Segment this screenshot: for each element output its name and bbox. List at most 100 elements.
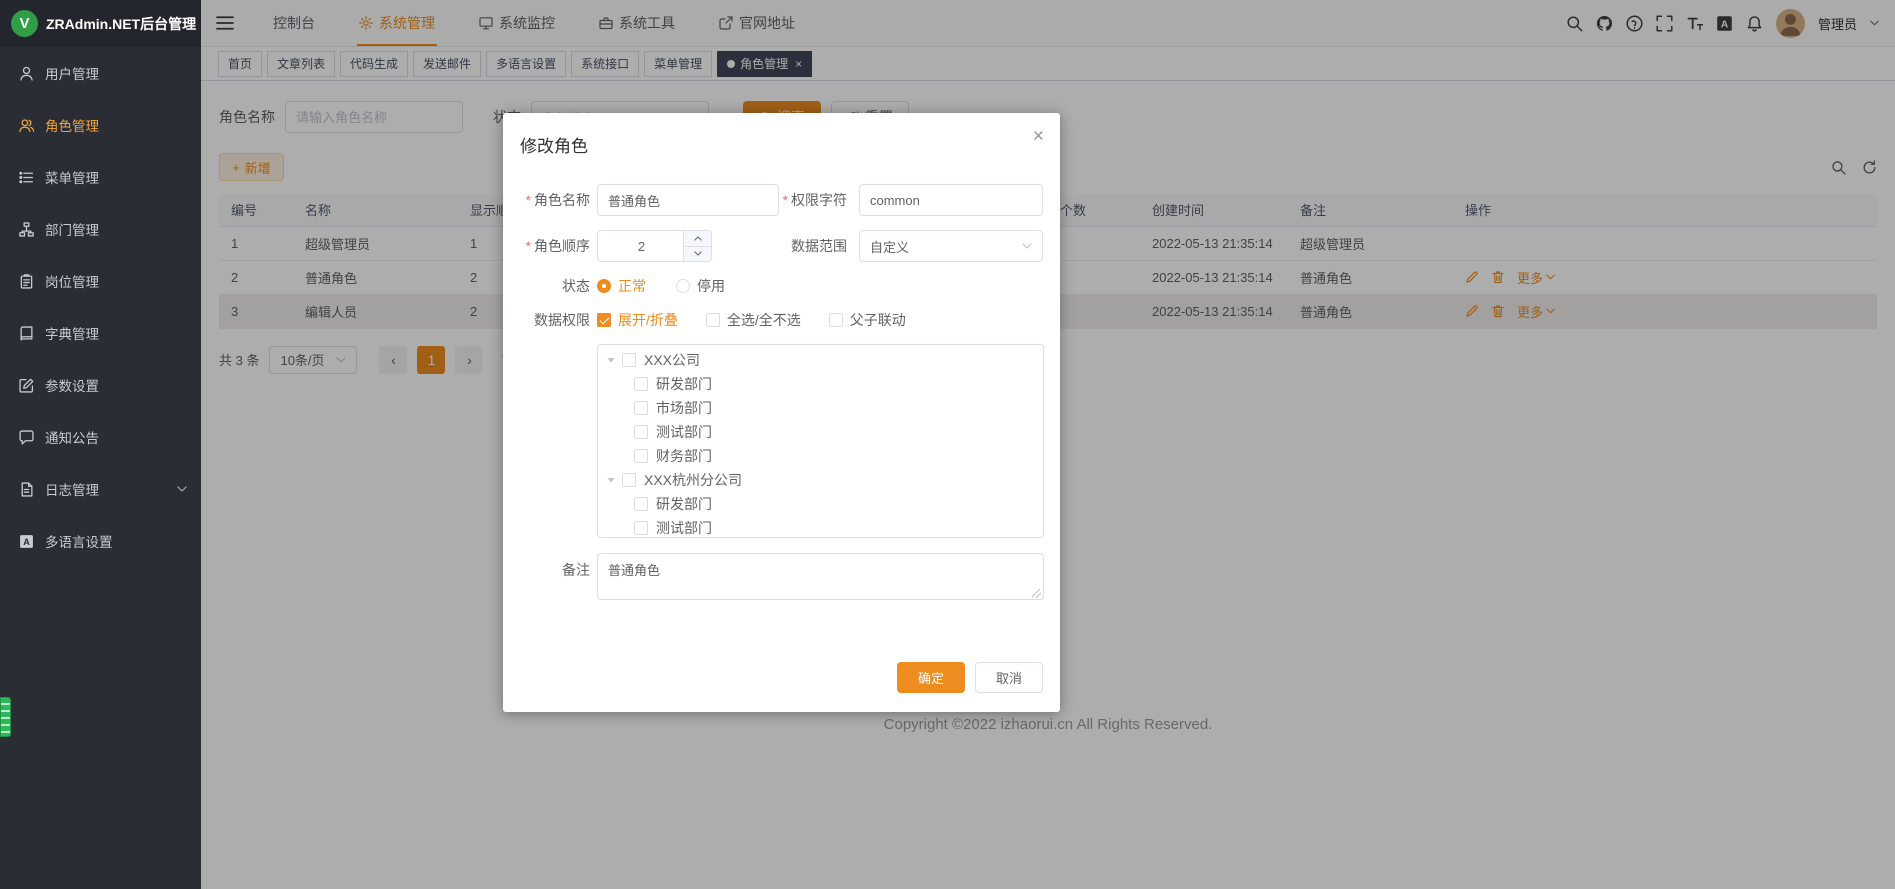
tree-checkbox[interactable] bbox=[634, 449, 648, 463]
form-row-perm-options: 数据权限 展开/折叠 全选/全不选 父子联动 bbox=[520, 310, 1043, 330]
cancel-button[interactable]: 取消 bbox=[975, 662, 1043, 693]
tree-label: XXX公司 bbox=[644, 350, 700, 370]
sidebar-menu: 用户管理 角色管理 菜单管理 部门管理 岗位管理 字典管理 bbox=[0, 47, 201, 567]
checkbox-box bbox=[706, 313, 720, 327]
app-title: ZRAdmin.NET后台管理 bbox=[46, 14, 196, 34]
dialog-body: *角色名称 *权限字符 *角色顺序 2 数据范围 自定义 bbox=[503, 157, 1060, 603]
checkbox-label: 展开/折叠 bbox=[618, 310, 678, 330]
tree-node-dept[interactable]: 研发部门 bbox=[598, 372, 1043, 396]
tree-node-dept[interactable]: 财务部门 bbox=[598, 444, 1043, 468]
tree-node-dept[interactable]: 测试部门 bbox=[598, 420, 1043, 444]
sidebar-item-dict-mgmt[interactable]: 字典管理 bbox=[0, 307, 201, 359]
sidebar-item-dept-mgmt[interactable]: 部门管理 bbox=[0, 203, 201, 255]
svg-text:A: A bbox=[23, 537, 30, 547]
role-key-input[interactable] bbox=[859, 184, 1043, 216]
chat-icon bbox=[19, 430, 34, 445]
dialog-header: 修改角色 × bbox=[503, 113, 1060, 157]
sidebar-item-notice[interactable]: 通知公告 bbox=[0, 411, 201, 463]
tree-label: 市场部门 bbox=[656, 398, 712, 418]
select-all-checkbox[interactable]: 全选/全不选 bbox=[706, 310, 801, 330]
checkbox-label: 父子联动 bbox=[850, 310, 906, 330]
document-icon bbox=[19, 482, 34, 497]
checkbox-label: 全选/全不选 bbox=[727, 310, 801, 330]
edit-square-icon bbox=[19, 378, 34, 393]
radio-label: 正常 bbox=[618, 276, 646, 296]
sidebar-item-label: 角色管理 bbox=[45, 115, 99, 135]
remark-textarea[interactable]: 普通角色 bbox=[597, 553, 1044, 600]
devtools-badge[interactable] bbox=[0, 697, 11, 737]
tree-checkbox[interactable] bbox=[634, 521, 648, 535]
status-radio-normal[interactable]: 正常 bbox=[597, 276, 646, 296]
data-scope-value: 自定义 bbox=[870, 237, 909, 256]
remark-wrap: 普通角色 bbox=[597, 553, 1044, 603]
form-row-name-key: *角色名称 *权限字符 bbox=[520, 184, 1043, 216]
role-name-label: *角色名称 bbox=[520, 190, 590, 210]
org-tree-icon bbox=[19, 222, 34, 237]
form-row-sort-scope: *角色顺序 2 数据范围 自定义 bbox=[520, 230, 1043, 262]
tree-checkbox[interactable] bbox=[622, 473, 636, 487]
sidebar-item-menu-mgmt[interactable]: 菜单管理 bbox=[0, 151, 201, 203]
required-star: * bbox=[526, 238, 531, 254]
data-perm-label: 数据权限 bbox=[520, 310, 590, 330]
tree-checkbox[interactable] bbox=[622, 353, 636, 367]
tree-checkbox[interactable] bbox=[634, 497, 648, 511]
sidebar-item-label: 字典管理 bbox=[45, 323, 99, 343]
chevron-up-icon bbox=[694, 236, 702, 241]
sidebar-item-role-mgmt[interactable]: 角色管理 bbox=[0, 99, 201, 151]
increase-button[interactable] bbox=[684, 231, 711, 247]
translate-icon: A bbox=[19, 534, 34, 549]
sidebar-item-label: 通知公告 bbox=[45, 427, 99, 447]
radio-label: 停用 bbox=[697, 276, 725, 296]
sidebar-item-i18n-settings[interactable]: A 多语言设置 bbox=[0, 515, 201, 567]
tree-label: 财务部门 bbox=[656, 446, 712, 466]
status-radio-disabled[interactable]: 停用 bbox=[676, 276, 725, 296]
tree-node-dept[interactable]: 测试部门 bbox=[598, 516, 1043, 538]
form-row-status: 状态 正常 停用 bbox=[520, 276, 1043, 296]
tree-checkbox[interactable] bbox=[634, 377, 648, 391]
book-icon bbox=[19, 326, 34, 341]
remark-label: 备注 bbox=[520, 553, 590, 580]
user-icon bbox=[19, 66, 34, 81]
role-sort-stepper[interactable]: 2 bbox=[597, 230, 712, 262]
role-name-input[interactable] bbox=[597, 184, 779, 216]
sidebar-item-label: 部门管理 bbox=[45, 219, 99, 239]
cancel-label: 取消 bbox=[996, 668, 1022, 687]
sidebar-item-label: 参数设置 bbox=[45, 375, 99, 395]
parent-child-link-checkbox[interactable]: 父子联动 bbox=[829, 310, 906, 330]
caret-down-icon[interactable] bbox=[606, 475, 616, 485]
tree-node-dept[interactable]: 市场部门 bbox=[598, 396, 1043, 420]
required-star: * bbox=[526, 192, 531, 208]
dialog-title: 修改角色 bbox=[520, 137, 588, 156]
required-star: * bbox=[783, 192, 788, 208]
logo[interactable]: V ZRAdmin.NET后台管理 bbox=[0, 0, 201, 47]
tree-node-branch[interactable]: XXX杭州分公司 bbox=[598, 468, 1043, 492]
sidebar-item-user-mgmt[interactable]: 用户管理 bbox=[0, 47, 201, 99]
decrease-button[interactable] bbox=[684, 247, 711, 262]
tree-label: XXX杭州分公司 bbox=[644, 470, 742, 490]
data-scope-label: 数据范围 bbox=[791, 236, 847, 256]
tree-node-dept[interactable]: 研发部门 bbox=[598, 492, 1043, 516]
sidebar-item-param-settings[interactable]: 参数设置 bbox=[0, 359, 201, 411]
expand-collapse-checkbox[interactable]: 展开/折叠 bbox=[597, 310, 678, 330]
caret-down-icon[interactable] bbox=[606, 355, 616, 365]
sidebar-item-log-mgmt[interactable]: 日志管理 bbox=[0, 463, 201, 515]
status-label: 状态 bbox=[520, 276, 590, 296]
form-row-remark: 备注 普通角色 bbox=[520, 553, 1043, 603]
confirm-label: 确定 bbox=[918, 668, 944, 687]
tree-checkbox[interactable] bbox=[634, 425, 648, 439]
tree-checkbox[interactable] bbox=[634, 401, 648, 415]
confirm-button[interactable]: 确定 bbox=[897, 662, 965, 693]
checkbox-box bbox=[829, 313, 843, 327]
tree-node-company[interactable]: XXX公司 bbox=[598, 348, 1043, 372]
sidebar-item-label: 多语言设置 bbox=[45, 531, 113, 551]
close-icon[interactable]: × bbox=[1033, 127, 1044, 146]
stepper-controls bbox=[683, 231, 711, 261]
sidebar-item-post-mgmt[interactable]: 岗位管理 bbox=[0, 255, 201, 307]
users-icon bbox=[19, 118, 34, 133]
data-scope-select[interactable]: 自定义 bbox=[859, 230, 1043, 262]
sidebar: V ZRAdmin.NET后台管理 用户管理 角色管理 菜单管理 部门管理 bbox=[0, 0, 201, 889]
list-icon bbox=[19, 170, 34, 185]
tree-label: 研发部门 bbox=[656, 494, 712, 514]
chevron-down-icon bbox=[1022, 243, 1032, 249]
checkbox-box bbox=[597, 313, 611, 327]
